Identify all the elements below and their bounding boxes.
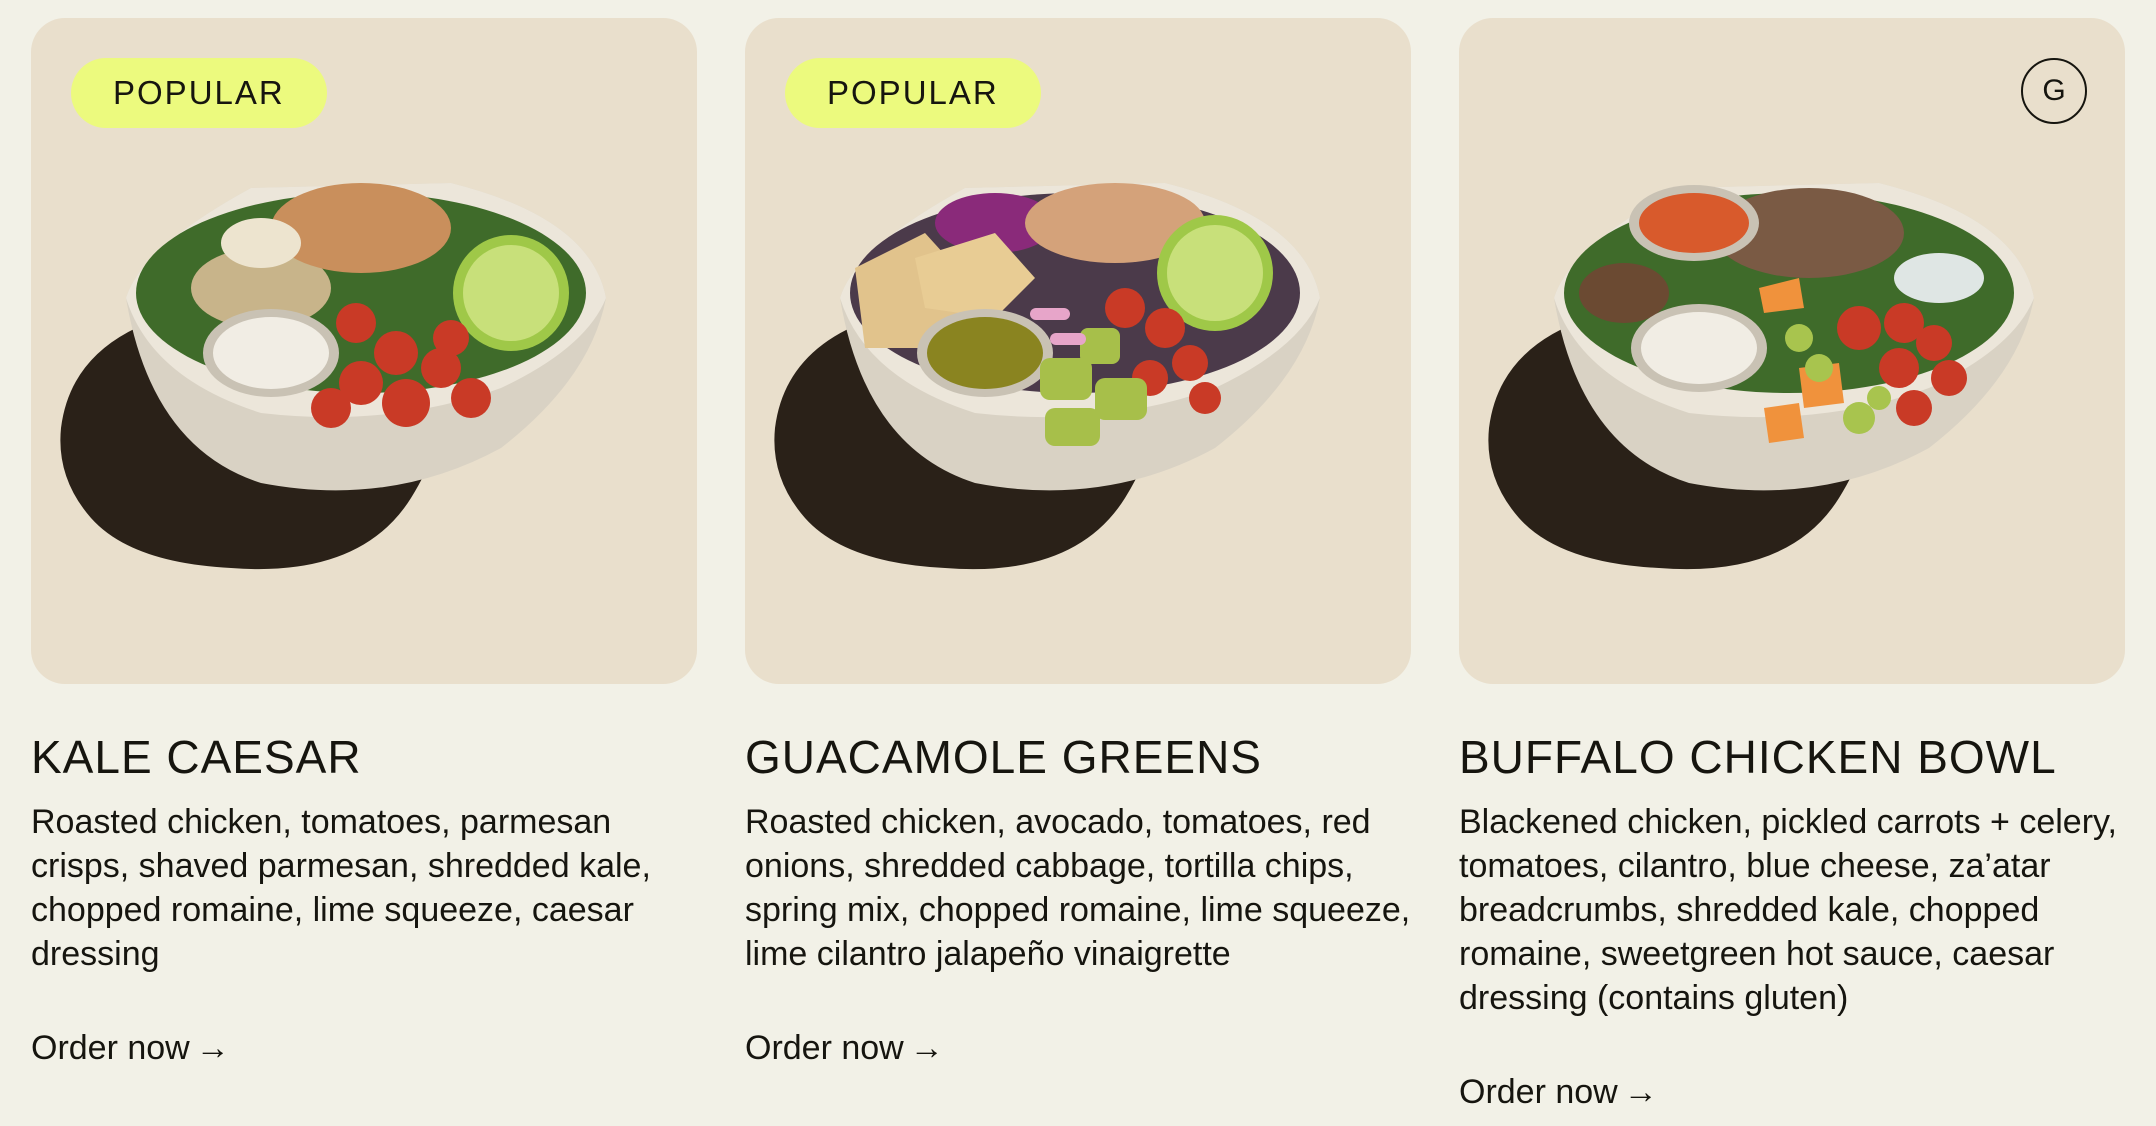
order-now-link[interactable]: Order now → xyxy=(745,1026,944,1070)
order-now-link[interactable]: Order now → xyxy=(1459,1070,1658,1114)
arrow-right-icon: → xyxy=(909,1029,944,1067)
arrow-right-icon: → xyxy=(1623,1073,1658,1111)
arrow-right-icon: → xyxy=(195,1029,230,1067)
product-description: Blackened chicken, pickled carrots + cel… xyxy=(1459,803,2117,1017)
product-image-tile[interactable]: POPULAR xyxy=(31,18,697,684)
buffalo-chicken-bowl-image xyxy=(1488,183,2034,570)
menu-grid: POPULAR KALE CAESAR Roasted chicken, tom… xyxy=(0,0,2156,1126)
order-now-label: Order now xyxy=(31,1029,190,1067)
gluten-badge-icon: G xyxy=(2021,58,2087,124)
popular-badge: POPULAR xyxy=(71,58,327,128)
popular-badge: POPULAR xyxy=(785,58,1041,128)
product-image-tile[interactable]: G xyxy=(1459,18,2125,684)
product-description: Roasted chicken, avocado, tomatoes, red … xyxy=(745,803,1411,973)
order-now-label: Order now xyxy=(745,1029,904,1067)
product-image-tile[interactable]: POPULAR xyxy=(745,18,1411,684)
order-now-link[interactable]: Order now → xyxy=(31,1026,230,1070)
product-description: Roasted chicken, tomatoes, parmesan cris… xyxy=(31,803,651,973)
product-title: BUFFALO CHICKEN BOWL xyxy=(1459,731,2057,783)
order-now-label: Order now xyxy=(1459,1073,1618,1111)
product-title: GUACAMOLE GREENS xyxy=(745,731,1262,783)
product-title: KALE CAESAR xyxy=(31,731,362,783)
